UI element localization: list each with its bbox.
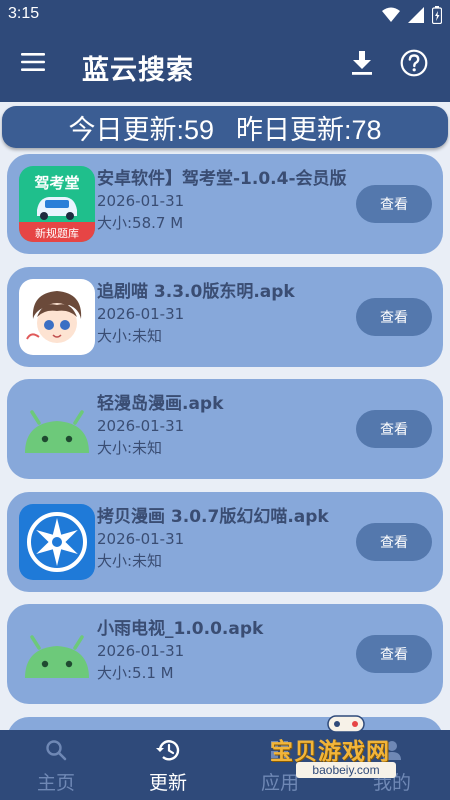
today-updates: 今日更新:59 [68,114,214,145]
item-title: 安卓软件】驾考堂-1.0.4-会员版 [97,169,347,189]
list-item[interactable]: 轻漫岛漫画.apk 2026-01-31 大小:未知 查看 [7,379,443,479]
view-button[interactable]: 查看 [356,635,432,673]
nav-item-updates[interactable]: 更新 [112,730,224,800]
view-button[interactable]: 查看 [356,523,432,561]
signal-icon [408,7,424,23]
view-button[interactable]: 查看 [356,185,432,223]
wifi-icon [382,7,400,22]
nav-label-profile: 我的 [372,772,411,794]
nav-item-profile[interactable]: 我的 [336,730,448,800]
item-size: 大小:58.7 M [97,214,184,232]
item-size: 大小:未知 [97,439,163,457]
list-item[interactable]: 小雨电视_1.0.0.apk 2026-01-31 大小:5.1 M 查看 [7,604,443,704]
nav-item-home[interactable]: 主页 [0,730,112,800]
nav-label-apps: 应用 [260,772,299,794]
help-icon [400,49,428,77]
anime-character-app-icon [19,279,95,355]
item-size: 大小:5.1 M [97,664,174,682]
update-stats-banner: 今日更新:59 昨日更新:78 [2,106,448,148]
item-title: 轻漫岛漫画.apk [97,394,224,414]
menu-button[interactable] [20,52,50,80]
item-title: 追剧喵 3.3.0版东明.apk [97,282,295,302]
app-title: 蓝云搜索 [82,55,194,86]
list-item[interactable]: 拷贝漫画 3.0.7版幻幻喵.apk 2026-01-31 大小:未知 查看 [7,492,443,592]
nav-label-home: 主页 [36,772,75,794]
item-date: 2026-01-31 [97,642,185,660]
apps-icon [271,741,288,758]
view-button[interactable]: 查看 [356,298,432,336]
app-bar: 蓝云搜索 [0,30,450,102]
battery-icon [432,6,442,24]
list-item[interactable]: 追剧喵 3.3.0版东明.apk 2026-01-31 大小:未知 查看 [7,267,443,367]
person-icon [383,741,401,760]
help-button[interactable] [400,49,432,81]
list-item-partial[interactable] [7,717,443,730]
menu-icon [21,53,45,71]
item-size: 大小:未知 [97,552,163,570]
yesterday-updates: 昨日更新:78 [236,114,382,145]
update-list[interactable]: 驾考堂 新规题库 安卓软件】驾考堂-1.0.4-会员版 2026-01-31 大… [0,150,450,730]
copy-manga-app-icon [19,504,95,580]
search-icon [46,740,67,761]
item-date: 2026-01-31 [97,530,185,548]
android-robot-icon [19,391,95,467]
item-date: 2026-01-31 [97,192,185,210]
item-date: 2026-01-31 [97,417,185,435]
nav-label-updates: 更新 [148,772,187,794]
download-icon [352,51,372,75]
list-item[interactable]: 驾考堂 新规题库 安卓软件】驾考堂-1.0.4-会员版 2026-01-31 大… [7,154,443,254]
bottom-nav: 主页 更新 应用 我的 [0,730,450,800]
icon-label-top: 驾考堂 [34,174,79,192]
driving-test-app-icon: 驾考堂 新规题库 [19,166,95,242]
view-button[interactable]: 查看 [356,410,432,448]
item-title: 拷贝漫画 3.0.7版幻幻喵.apk [97,507,329,527]
history-icon [156,740,180,761]
icon-label-bottom: 新规题库 [35,226,79,240]
item-title: 小雨电视_1.0.0.apk [97,619,264,639]
status-bar: 3:15 [0,0,450,30]
item-date: 2026-01-31 [97,305,185,323]
status-time: 3:15 [8,5,40,22]
android-robot-icon [19,616,95,692]
nav-item-apps[interactable]: 应用 [224,730,336,800]
download-button[interactable] [350,50,380,80]
status-icons [382,6,442,24]
item-size: 大小:未知 [97,327,163,345]
